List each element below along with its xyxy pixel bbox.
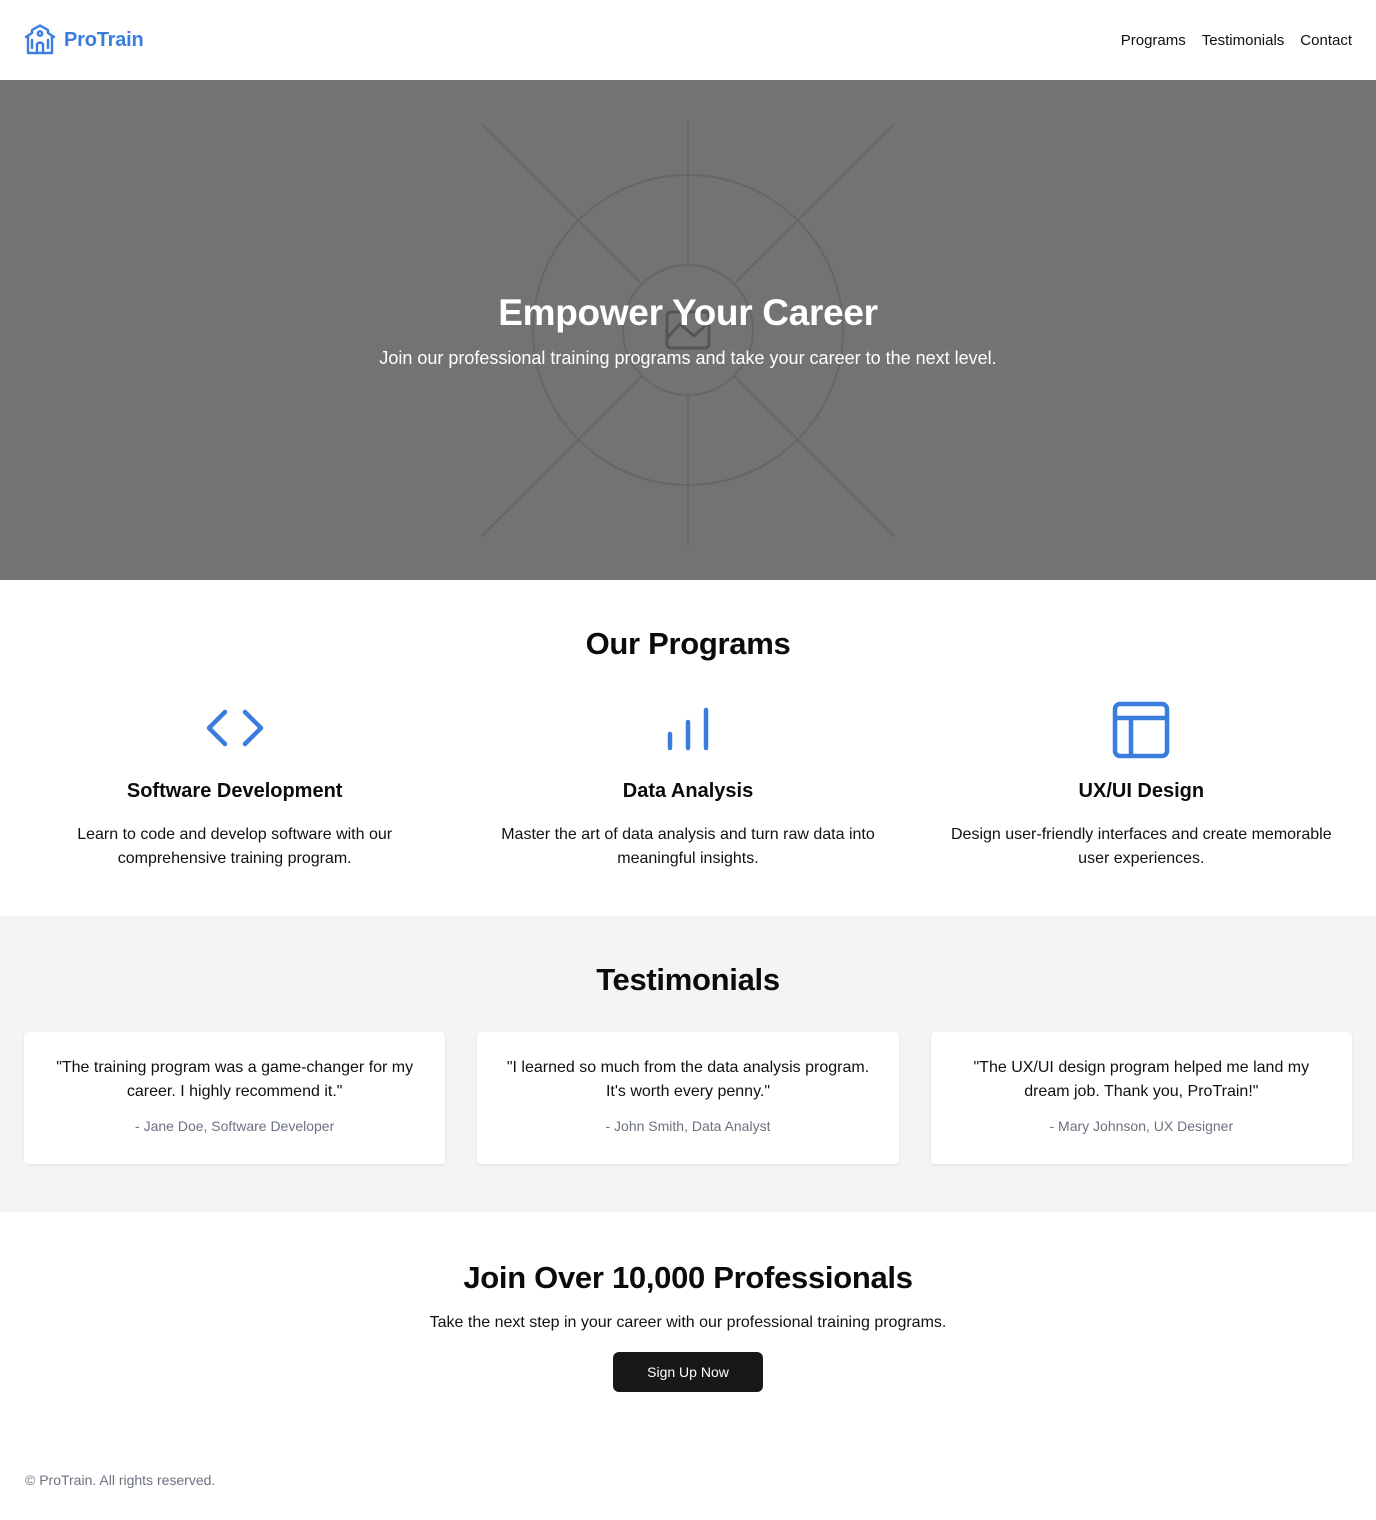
nav-link-contact[interactable]: Contact <box>1300 32 1352 49</box>
nav-link-programs[interactable]: Programs <box>1121 32 1186 49</box>
programs-title: Our Programs <box>585 626 791 661</box>
main-nav: Programs Testimonials Contact <box>1121 32 1352 49</box>
code-icon <box>203 698 267 762</box>
testimonial-quote: "The training program was a game-changer… <box>56 1059 414 1100</box>
layout-icon <box>1109 698 1173 762</box>
program-card: Data Analysis Master the art of data ana… <box>477 698 898 871</box>
testimonial-grid: "The training program was a game-changer… <box>24 1032 1352 1164</box>
copyright-text: © ProTrain. All rights reserved. <box>25 1472 216 1488</box>
cta-subtitle: Take the next step in your career with o… <box>429 1314 947 1331</box>
testimonial-quote: "The UX/UI design program helped me land… <box>973 1059 1310 1100</box>
program-grid: Software Development Learn to code and d… <box>24 698 1352 871</box>
cta-section: Join Over 10,000 Professionals Take the … <box>0 1212 1376 1440</box>
hero-title: Empower Your Career <box>498 291 878 333</box>
bar-chart-icon <box>656 698 720 762</box>
testimonial-card: "The UX/UI design program helped me land… <box>930 1032 1352 1164</box>
testimonials-title: Testimonials <box>596 962 780 997</box>
program-title: Data Analysis <box>622 780 754 802</box>
testimonials-section: Testimonials "The training program was a… <box>0 916 1376 1212</box>
hero-section: Empower Your Career Join our professiona… <box>0 80 1376 580</box>
site-footer: © ProTrain. All rights reserved. <box>0 1440 1376 1520</box>
program-card: Software Development Learn to code and d… <box>24 698 445 871</box>
program-card: UX/UI Design Design user-friendly interf… <box>931 698 1352 871</box>
school-building-icon <box>24 24 56 56</box>
site-header: ProTrain Programs Testimonials Contact <box>0 0 1376 80</box>
program-description: Design user-friendly interfaces and crea… <box>951 826 1332 867</box>
testimonial-card: "The training program was a game-changer… <box>24 1032 446 1164</box>
testimonial-quote: "I learned so much from the data analysi… <box>506 1059 870 1100</box>
testimonial-author: - Jane Doe, Software Developer <box>135 1118 335 1134</box>
brand-logo-link[interactable]: ProTrain <box>24 24 144 56</box>
hero-subtitle: Join our professional training programs … <box>379 347 997 368</box>
program-title: Software Development <box>126 780 343 802</box>
testimonial-author: - John Smith, Data Analyst <box>605 1118 771 1134</box>
program-description: Learn to code and develop software with … <box>77 826 393 867</box>
hero-content: Empower Your Career Join our professiona… <box>0 80 1376 580</box>
nav-link-testimonials[interactable]: Testimonials <box>1202 32 1285 49</box>
program-description: Master the art of data analysis and turn… <box>501 826 875 867</box>
programs-section: Our Programs Software Development Learn … <box>0 580 1376 916</box>
sign-up-button[interactable]: Sign Up Now <box>613 1352 763 1392</box>
cta-title: Join Over 10,000 Professionals <box>463 1260 913 1295</box>
brand-name: ProTrain <box>64 28 144 51</box>
testimonial-card: "I learned so much from the data analysi… <box>477 1032 899 1164</box>
program-title: UX/UI Design <box>1078 780 1205 802</box>
testimonial-author: - Mary Johnson, UX Designer <box>1049 1118 1234 1134</box>
